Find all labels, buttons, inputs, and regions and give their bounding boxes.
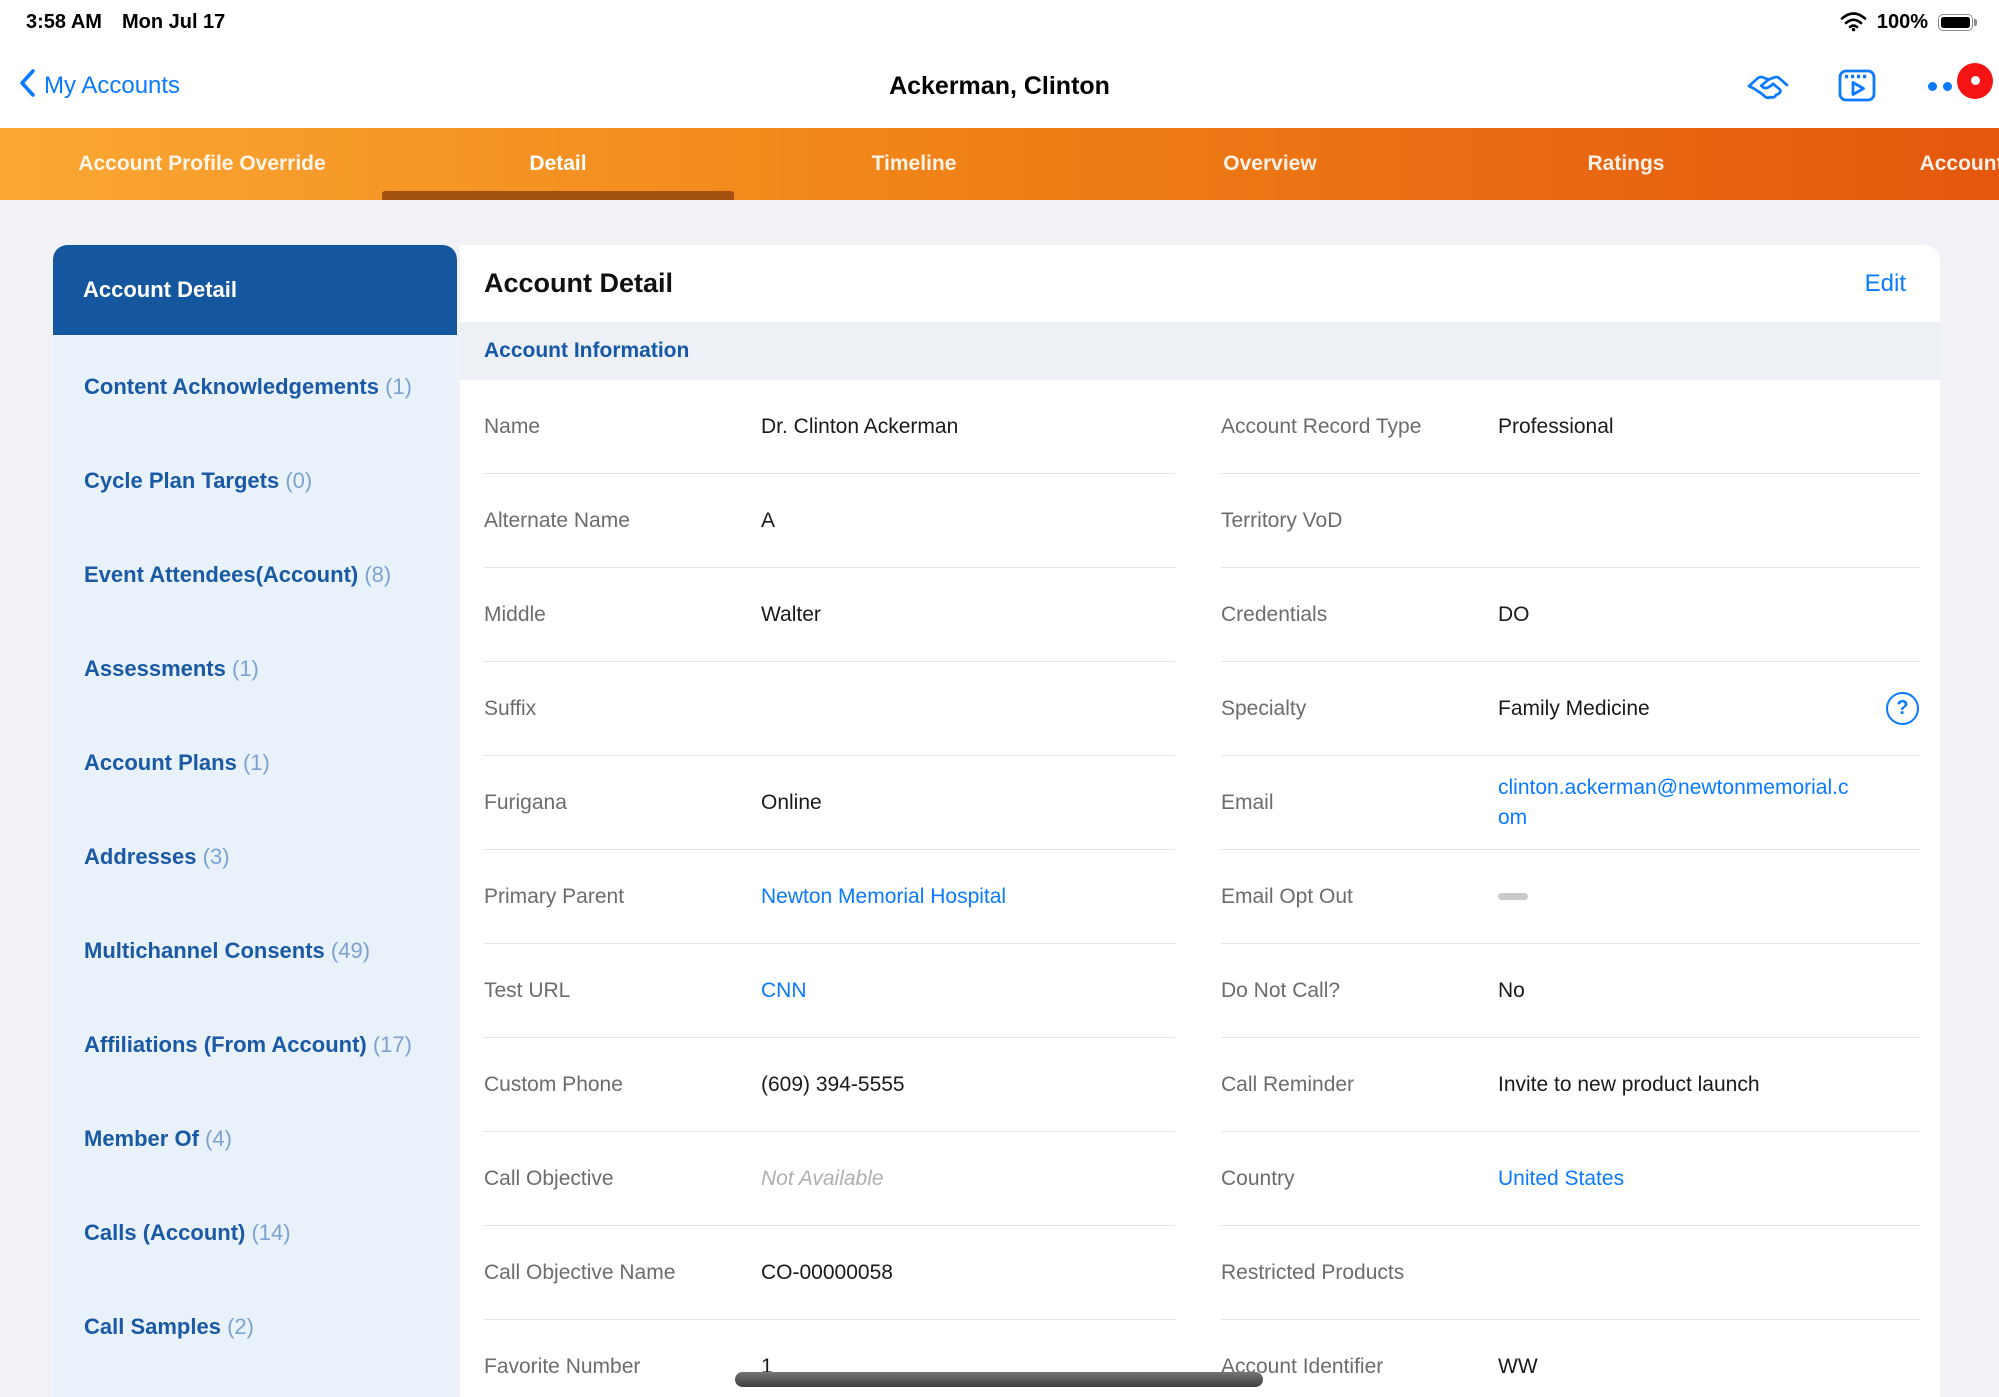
field-label: Credentials <box>1221 603 1498 627</box>
country-link[interactable]: United States <box>1498 1167 1624 1191</box>
field-label: Suffix <box>484 697 761 721</box>
tab-account-profile-override[interactable]: Account Profile Override <box>24 128 380 200</box>
field-label: Account Identifier <box>1221 1355 1498 1379</box>
field-label: Name <box>484 415 761 439</box>
field-value: Dr. Clinton Ackerman <box>761 415 958 439</box>
tab-ratings[interactable]: Ratings <box>1448 128 1804 200</box>
sidebar-item-member-of[interactable]: Member Of (4) <box>84 1123 422 1154</box>
field-value: A <box>761 509 775 533</box>
field-row: Call Objective Name CO-00000058 Restrict… <box>460 1226 1940 1320</box>
tab-account-summary[interactable]: Account Sur <box>1804 128 1999 200</box>
related-lists-sidebar: Account Detail Content Acknowledgements … <box>53 245 457 1397</box>
field-value: No <box>1498 979 1525 1003</box>
back-label: My Accounts <box>44 72 180 100</box>
field-row: Suffix Specialty Family Medicine ? <box>460 662 1940 756</box>
more-options-button[interactable] <box>1922 68 1973 105</box>
field-label: Call Objective Name <box>484 1261 761 1285</box>
field-value: Online <box>761 791 822 815</box>
field-row: Primary Parent Newton Memorial Hospital … <box>460 850 1940 944</box>
field-label: Territory VoD <box>1221 509 1498 533</box>
page-title: Ackerman, Clinton <box>0 72 1999 101</box>
field-label: Email <box>1221 791 1498 815</box>
field-row: Furigana Online Email clinton.ackerman@n… <box>460 756 1940 850</box>
clock-date: Mon Jul 17 <box>122 11 225 34</box>
ellipsis-icon <box>1928 82 1937 91</box>
field-label: Restricted Products <box>1221 1261 1498 1285</box>
sidebar-item-account-detail[interactable]: Account Detail <box>53 245 457 335</box>
sidebar-item-affiliations[interactable]: Affiliations (From Account) (17) <box>84 1029 422 1060</box>
account-detail-card: Account Detail Edit Account Information … <box>460 245 1940 1397</box>
status-bar: 3:58 AM Mon Jul 17 100% <box>0 0 1999 44</box>
field-row: Custom Phone (609) 394-5555 Call Reminde… <box>460 1038 1940 1132</box>
field-row: Test URL CNN Do Not Call? No <box>460 944 1940 1038</box>
field-label: Account Record Type <box>1221 415 1498 439</box>
field-label: Alternate Name <box>484 509 761 533</box>
handshake-icon[interactable] <box>1744 69 1792 103</box>
field-label: Primary Parent <box>484 885 761 909</box>
field-row: Alternate Name A Territory VoD <box>460 474 1940 568</box>
field-value: Professional <box>1498 415 1614 439</box>
help-icon[interactable]: ? <box>1886 692 1919 725</box>
edit-button[interactable]: Edit <box>1865 270 1906 298</box>
battery-percent: 100% <box>1877 11 1928 34</box>
sidebar-item-content-acknowledgements[interactable]: Content Acknowledgements (1) <box>84 371 422 402</box>
field-label: Test URL <box>484 979 761 1003</box>
horizontal-scrollbar[interactable] <box>735 1372 1263 1387</box>
tab-detail[interactable]: Detail <box>380 128 736 200</box>
sidebar-item-calls-account[interactable]: Calls (Account) (14) <box>84 1217 422 1248</box>
field-value: WW <box>1498 1355 1538 1379</box>
field-row: Call Objective Not Available Country Uni… <box>460 1132 1940 1226</box>
field-label: Furigana <box>484 791 761 815</box>
empty-dash-value <box>1498 893 1528 900</box>
field-label: Call Reminder <box>1221 1073 1498 1097</box>
back-button[interactable]: My Accounts <box>18 68 180 105</box>
field-value: (609) 394-5555 <box>761 1073 905 1097</box>
field-value: CO-00000058 <box>761 1261 893 1285</box>
field-value: Walter <box>761 603 821 627</box>
battery-icon <box>1938 14 1973 31</box>
tab-timeline[interactable]: Timeline <box>736 128 1092 200</box>
sidebar-item-assessments[interactable]: Assessments (1) <box>84 653 422 684</box>
sidebar-item-event-attendees[interactable]: Event Attendees(Account) (8) <box>84 559 422 590</box>
field-value: DO <box>1498 603 1530 627</box>
field-label: Email Opt Out <box>1221 885 1498 909</box>
field-row: Name Dr. Clinton Ackerman Account Record… <box>460 380 1940 474</box>
tab-overview[interactable]: Overview <box>1092 128 1448 200</box>
sidebar-item-addresses[interactable]: Addresses (3) <box>84 841 422 872</box>
field-label: Do Not Call? <box>1221 979 1498 1003</box>
field-label: Favorite Number <box>484 1355 761 1379</box>
field-label: Custom Phone <box>484 1073 761 1097</box>
field-label: Country <box>1221 1167 1498 1191</box>
primary-parent-link[interactable]: Newton Memorial Hospital <box>761 885 1006 909</box>
card-title: Account Detail <box>484 268 673 299</box>
field-label: Specialty <box>1221 697 1498 721</box>
field-value: Family Medicine <box>1498 697 1650 721</box>
not-available-value: Not Available <box>761 1167 884 1191</box>
sidebar-item-call-samples[interactable]: Call Samples (2) <box>84 1311 422 1342</box>
field-label: Middle <box>484 603 761 627</box>
email-link[interactable]: clinton.ackerman@newtonmemorial.com <box>1498 773 1860 832</box>
clock-time: 3:58 AM <box>26 11 102 34</box>
sidebar-item-multichannel-consents[interactable]: Multichannel Consents (49) <box>84 935 422 966</box>
video-player-icon[interactable] <box>1834 67 1880 105</box>
wifi-icon <box>1840 12 1867 32</box>
navigation-bar: My Accounts Ackerman, Clinton <box>0 44 1999 128</box>
back-chevron-icon <box>18 68 36 105</box>
sidebar-item-cycle-plan-targets[interactable]: Cycle Plan Targets (0) <box>84 465 422 496</box>
content-area: Account Detail Content Acknowledgements … <box>0 200 1999 1397</box>
sidebar-item-account-plans[interactable]: Account Plans (1) <box>84 747 422 778</box>
field-row: Middle Walter Credentials DO <box>460 568 1940 662</box>
test-url-link[interactable]: CNN <box>761 979 807 1003</box>
field-value: Invite to new product launch <box>1498 1073 1760 1097</box>
section-header-account-information: Account Information <box>460 322 1940 380</box>
field-label: Call Objective <box>484 1167 761 1191</box>
notification-badge <box>1957 63 1993 99</box>
tab-bar: Account Profile Override Detail Timeline… <box>0 128 1999 200</box>
